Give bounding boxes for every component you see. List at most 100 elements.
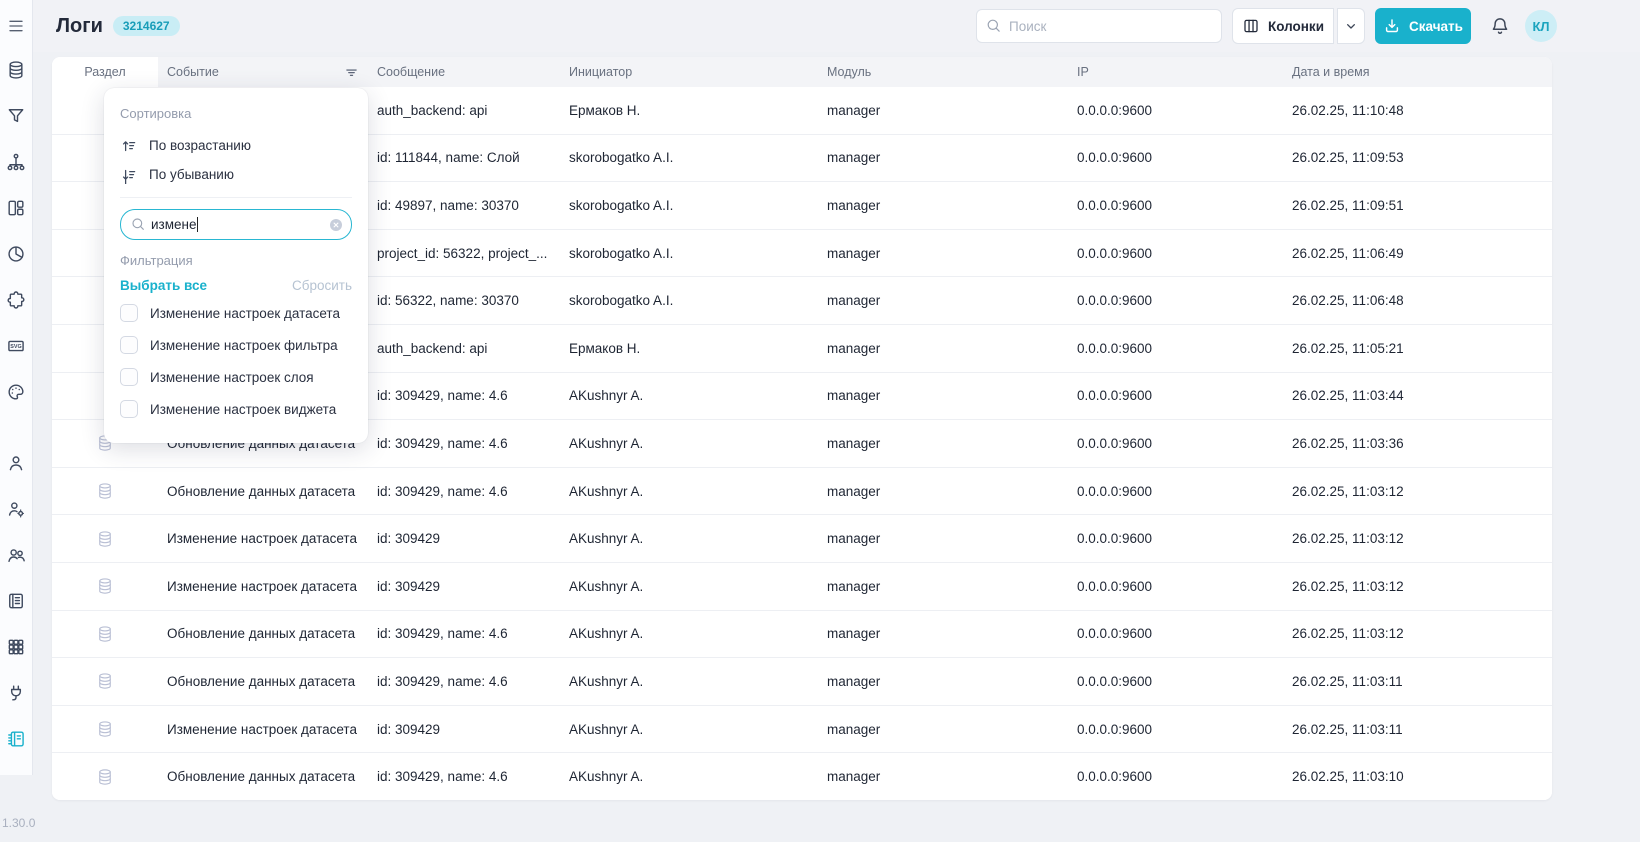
user-gear-icon bbox=[6, 506, 26, 523]
cell-ip: 0.0.0.0:9600 bbox=[1068, 563, 1283, 610]
cell-initiator: skorobogatko A.I. bbox=[560, 230, 818, 277]
global-search bbox=[976, 9, 1222, 43]
table-row[interactable]: Обновление данных датасетаid: 309429, na… bbox=[52, 611, 1552, 659]
table-row[interactable]: Обновление данных датасетаid: 309429, na… bbox=[52, 658, 1552, 706]
column-header-message[interactable]: Сообщение bbox=[368, 57, 560, 87]
text-caret bbox=[197, 217, 198, 232]
column-header-ip[interactable]: IP bbox=[1068, 57, 1283, 87]
column-header-section[interactable]: Раздел bbox=[52, 57, 158, 87]
cell-message: project_id: 56322, project_... bbox=[368, 230, 560, 277]
dataset-section-icon bbox=[96, 768, 114, 786]
sidebar-item-plugins[interactable] bbox=[6, 290, 26, 310]
sidebar-item-profile[interactable] bbox=[6, 453, 26, 473]
checkbox[interactable] bbox=[120, 304, 138, 322]
cell-section bbox=[52, 753, 158, 800]
sort-ascending-item[interactable]: По возрастанию bbox=[120, 131, 352, 160]
sort-ascending-label: По возрастанию bbox=[149, 138, 251, 153]
cell-module: manager bbox=[818, 658, 1068, 705]
table-row[interactable]: Обновление данных датасетаid: 309429, na… bbox=[52, 753, 1552, 800]
popup-divider bbox=[120, 197, 352, 198]
sidebar-item-hierarchy[interactable] bbox=[6, 152, 26, 172]
select-all-link[interactable]: Выбрать все bbox=[120, 278, 207, 293]
filter-option-label: Изменение настроек виджета bbox=[150, 402, 336, 417]
cell-message: id: 309429 bbox=[368, 515, 560, 562]
sidebar-item-directory[interactable] bbox=[6, 591, 26, 611]
cell-module: manager bbox=[818, 468, 1068, 515]
sidebar: SVG 1.30.0 bbox=[0, 0, 33, 775]
columns-button[interactable]: Колонки bbox=[1232, 8, 1334, 44]
filter-search-input[interactable]: измене bbox=[120, 209, 352, 240]
download-button[interactable]: Скачать bbox=[1375, 8, 1471, 44]
sidebar-item-svg-assets[interactable]: SVG bbox=[6, 336, 26, 356]
cell-message: auth_backend: api bbox=[368, 325, 560, 372]
top-bar: Логи 3214627 Колонки Скачать КЛ bbox=[0, 0, 1640, 52]
cell-initiator: Ермаков Н. bbox=[560, 325, 818, 372]
cell-ip: 0.0.0.0:9600 bbox=[1068, 325, 1283, 372]
column-header-datetime[interactable]: Дата и время bbox=[1283, 57, 1552, 87]
filter-option[interactable]: Изменение настроек фильтра bbox=[120, 329, 352, 361]
sidebar-item-users[interactable] bbox=[6, 545, 26, 565]
filter-option[interactable]: Изменение настроек слоя bbox=[120, 361, 352, 393]
cell-event: Изменение настроек датасета bbox=[158, 706, 368, 753]
cell-event: Обновление данных датасета bbox=[158, 753, 368, 800]
sidebar-item-charts[interactable] bbox=[6, 244, 26, 264]
checkbox[interactable] bbox=[120, 400, 138, 418]
table-header-row: РазделСобытие Сообщение Инициатор Модуль IP Д… bbox=[52, 57, 1552, 87]
cell-ip: 0.0.0.0:9600 bbox=[1068, 420, 1283, 467]
filter-icon[interactable] bbox=[344, 65, 359, 80]
table-row[interactable]: Изменение настроек датасетаid: 309429AKu… bbox=[52, 563, 1552, 611]
sort-descending-item[interactable]: По убыванию bbox=[120, 160, 352, 189]
cell-datetime: 26.02.25, 11:06:48 bbox=[1283, 277, 1552, 324]
column-header-label: Сообщение bbox=[377, 65, 445, 79]
dataset-section-icon bbox=[96, 530, 114, 548]
cell-datetime: 26.02.25, 11:03:36 bbox=[1283, 420, 1552, 467]
notifications-bell-icon[interactable] bbox=[1489, 15, 1511, 37]
cell-module: manager bbox=[818, 515, 1068, 562]
clear-search-icon[interactable] bbox=[328, 217, 344, 233]
cell-message: id: 56322, name: 30370 bbox=[368, 277, 560, 324]
avatar[interactable]: КЛ bbox=[1525, 10, 1557, 42]
table-row[interactable]: Изменение настроек датасетаid: 309429AKu… bbox=[52, 515, 1552, 563]
sidebar-item-palette[interactable] bbox=[6, 382, 26, 402]
search-icon bbox=[985, 17, 1002, 34]
filter-option[interactable]: Изменение настроек виджета bbox=[120, 393, 352, 425]
cell-ip: 0.0.0.0:9600 bbox=[1068, 373, 1283, 420]
cell-datetime: 26.02.25, 11:03:11 bbox=[1283, 706, 1552, 753]
column-header-module[interactable]: Модуль bbox=[818, 57, 1068, 87]
cell-initiator: AKushnyr A. bbox=[560, 658, 818, 705]
global-search-input[interactable] bbox=[976, 9, 1222, 43]
sidebar-item-filters[interactable] bbox=[6, 106, 26, 126]
sidebar-item-apps[interactable] bbox=[6, 637, 26, 657]
sidebar-item-connections[interactable] bbox=[6, 683, 26, 703]
puzzle-icon bbox=[6, 297, 26, 314]
cell-initiator: skorobogatko A.I. bbox=[560, 182, 818, 229]
checkbox[interactable] bbox=[120, 336, 138, 354]
sidebar-item-layouts[interactable] bbox=[6, 198, 26, 218]
sidebar-item-roles[interactable] bbox=[6, 499, 26, 519]
column-header-label: Модуль bbox=[827, 65, 871, 79]
menu-toggle-button[interactable] bbox=[6, 18, 26, 34]
filter-option[interactable]: Изменение настроек датасета bbox=[120, 297, 352, 329]
reset-link[interactable]: Сбросить bbox=[292, 278, 352, 293]
filter-option-label: Изменение настроек датасета bbox=[150, 306, 340, 321]
column-header-initiator[interactable]: Инициатор bbox=[560, 57, 818, 87]
cell-datetime: 26.02.25, 11:10:48 bbox=[1283, 87, 1552, 134]
column-header-event[interactable]: Событие bbox=[158, 57, 368, 87]
table-row[interactable]: Обновление данных датасетаid: 309429, na… bbox=[52, 468, 1552, 516]
filter-option-label: Изменение настроек фильтра bbox=[150, 338, 338, 353]
cell-module: manager bbox=[818, 87, 1068, 134]
database-icon bbox=[6, 67, 26, 84]
cell-initiator: AKushnyr A. bbox=[560, 373, 818, 420]
columns-button-label: Колонки bbox=[1268, 19, 1324, 34]
columns-dropdown-button[interactable] bbox=[1337, 8, 1365, 44]
checkbox[interactable] bbox=[120, 368, 138, 386]
cell-section bbox=[52, 468, 158, 515]
cell-event: Обновление данных датасета bbox=[158, 611, 368, 658]
table-row[interactable]: Изменение настроек датасетаid: 309429AKu… bbox=[52, 706, 1552, 754]
column-header-label: IP bbox=[1077, 65, 1089, 79]
cell-module: manager bbox=[818, 373, 1068, 420]
sidebar-item-logs[interactable] bbox=[6, 729, 26, 749]
cell-module: manager bbox=[818, 135, 1068, 182]
sidebar-item-datasets[interactable] bbox=[6, 60, 26, 80]
filter-search-value: измене bbox=[151, 217, 196, 232]
